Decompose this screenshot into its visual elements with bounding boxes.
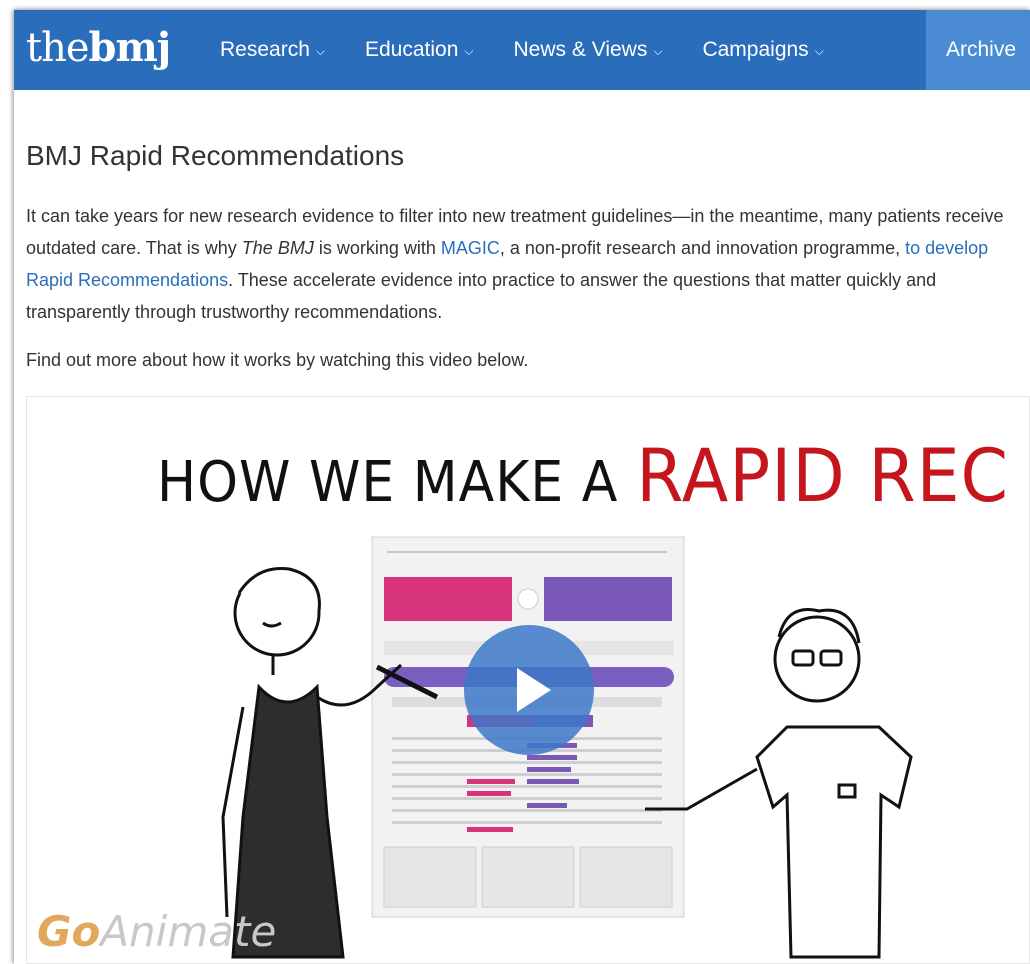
poster-purple-box xyxy=(544,577,672,621)
video-player[interactable]: HOW WE MAKE A RAPID REC GoAnimate xyxy=(26,396,1030,964)
watermark-animate: Animate xyxy=(100,907,277,956)
nav-news-views-label: News & Views xyxy=(513,38,648,61)
man-illustration xyxy=(645,608,913,959)
goanimate-watermark: GoAnimate xyxy=(37,907,276,956)
find-out-more-text: Find out more about how it works by watc… xyxy=(26,350,529,370)
logo-the: the xyxy=(26,25,90,71)
nav-news-views[interactable]: News & Views ⌵ xyxy=(514,38,663,62)
poster-preferences-box xyxy=(383,846,477,908)
intro-paragraph: It can take years for new research evide… xyxy=(26,200,1030,328)
video-heading-red: RAPID REC xyxy=(636,433,1010,520)
bmj-logo[interactable]: thebmj xyxy=(26,24,172,72)
nav-education[interactable]: Education ⌵ xyxy=(365,38,474,62)
poster-other-box xyxy=(579,846,673,908)
nav-campaigns[interactable]: Campaigns ⌵ xyxy=(702,38,823,62)
video-heading: HOW WE MAKE A RAPID REC xyxy=(157,434,1009,519)
video-heading-black: HOW WE MAKE A xyxy=(157,450,619,515)
watermark-go: Go xyxy=(37,907,101,956)
page-title: BMJ Rapid Recommendations xyxy=(26,140,405,171)
poster-or-circle xyxy=(517,588,539,610)
browser-frame: thebmj Research ⌵ Education ⌵ News & Vie… xyxy=(14,10,1030,964)
nav-research[interactable]: Research ⌵ xyxy=(220,38,325,62)
main-nav: Research ⌵ Education ⌵ News & Views ⌵ Ca… xyxy=(220,10,864,90)
nav-archive[interactable]: Archive xyxy=(926,10,1030,90)
chevron-down-icon: ⌵ xyxy=(315,43,325,58)
chevron-down-icon: ⌵ xyxy=(814,43,824,58)
magic-link[interactable]: MAGIC xyxy=(441,238,500,258)
nav-research-label: Research xyxy=(220,38,310,61)
intro-text-2: is working with xyxy=(313,238,441,258)
play-icon xyxy=(517,668,551,712)
nav-campaigns-label: Campaigns xyxy=(702,38,809,61)
chevron-down-icon: ⌵ xyxy=(464,43,474,58)
nav-archive-label: Archive xyxy=(946,38,1017,61)
intro-bmj-italic: The BMJ xyxy=(241,238,314,258)
nav-education-label: Education xyxy=(365,38,459,61)
chevron-down-icon: ⌵ xyxy=(653,43,663,58)
play-button[interactable] xyxy=(464,625,594,755)
site-header: thebmj Research ⌵ Education ⌵ News & Vie… xyxy=(14,10,1030,90)
poster-pink-box xyxy=(384,577,512,621)
poster-resourcing-box xyxy=(481,846,575,908)
logo-bmj: bmj xyxy=(88,24,172,71)
intro-text-3: , a non-profit research and innovation p… xyxy=(499,238,906,258)
